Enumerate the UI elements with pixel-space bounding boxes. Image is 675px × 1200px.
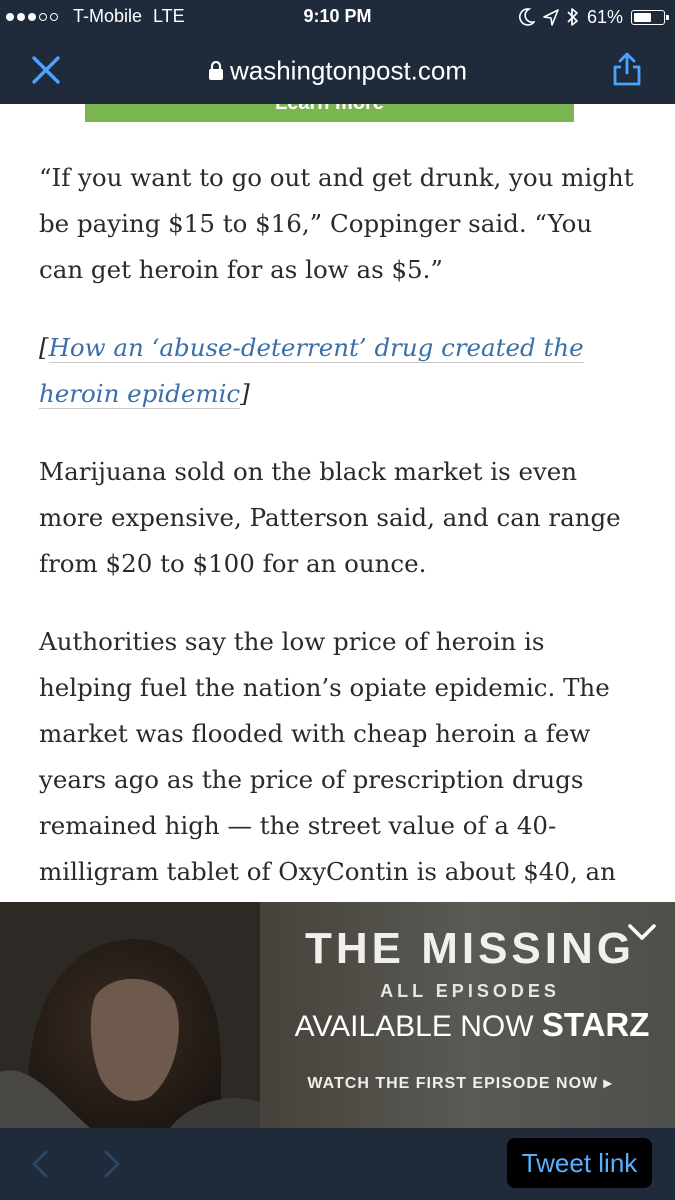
ad-title: THE MISSING	[304, 924, 636, 973]
ad-availability: AVAILABLE NOW STARZ	[262, 1006, 675, 1044]
advertisement-banner[interactable]: THE MISSING ALL EPISODES AVAILABLE NOW S…	[0, 902, 675, 1128]
related-bracket-close: ]	[240, 379, 250, 408]
bottom-toolbar: Tweet link	[0, 1128, 675, 1200]
browser-top-bar: T-Mobile LTE 9:10 PM 61% washingtonpost.…	[0, 0, 675, 104]
article-paragraph: Authorities say the low price of heroin …	[39, 627, 616, 932]
article-paragraph: Marijuana sold on the black market is ev…	[39, 457, 621, 578]
ad-available-text: AVAILABLE NOW	[294, 1010, 534, 1043]
location-icon	[543, 9, 559, 26]
learn-more-label: Learn more	[85, 104, 574, 115]
forward-arrow-icon[interactable]	[100, 1148, 124, 1180]
article-body: “If you want to go out and get drunk, yo…	[39, 155, 639, 973]
related-bracket-open: [	[39, 333, 49, 362]
ad-brand-logo: STARZ	[541, 1006, 650, 1043]
battery-icon	[631, 9, 669, 25]
status-bar: T-Mobile LTE 9:10 PM 61%	[0, 0, 675, 34]
status-icons: 61%	[519, 6, 669, 28]
learn-more-button[interactable]: Learn more	[85, 104, 574, 122]
ad-cta-link[interactable]: WATCH THE FIRST EPISODE NOW ▸	[270, 1073, 650, 1093]
url-text: washingtonpost.com	[229, 55, 468, 86]
chevron-down-icon[interactable]	[624, 918, 660, 946]
tweet-link-button[interactable]: Tweet link	[507, 1138, 652, 1188]
related-article-link[interactable]: How an ‘abuse-deterrent’ drug created th…	[39, 333, 584, 409]
ad-subtitle: ALL EPISODES	[380, 981, 560, 1001]
related-article: [How an ‘abuse-deterrent’ drug created t…	[39, 325, 639, 417]
browser-nav-bar: washingtonpost.com	[0, 34, 675, 104]
share-icon[interactable]	[610, 51, 644, 87]
lock-icon	[208, 61, 223, 81]
moon-icon	[519, 8, 535, 26]
article-paragraph: “If you want to go out and get drunk, yo…	[39, 163, 634, 284]
battery-percentage: 61%	[586, 6, 623, 27]
back-arrow-icon[interactable]	[28, 1148, 52, 1180]
bluetooth-icon	[567, 8, 578, 26]
ad-woman-image	[0, 902, 260, 1128]
address-bar[interactable]: washingtonpost.com	[0, 54, 675, 87]
